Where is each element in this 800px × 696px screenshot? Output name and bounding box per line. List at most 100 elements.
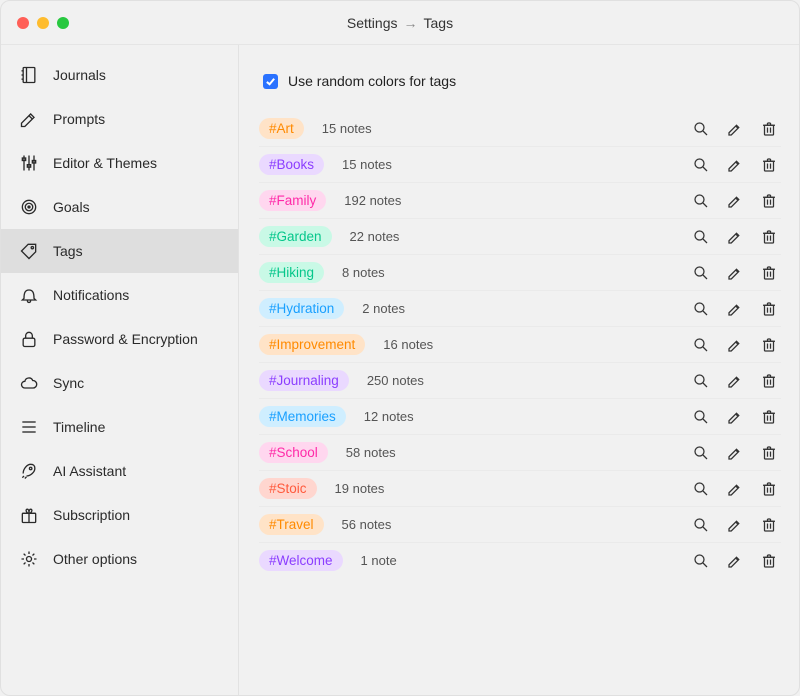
sidebar-item-other-options[interactable]: Other options xyxy=(1,537,238,581)
edit-icon[interactable] xyxy=(725,263,745,283)
trash-icon[interactable] xyxy=(759,155,779,175)
search-icon[interactable] xyxy=(691,443,711,463)
rocket-icon xyxy=(19,461,39,481)
edit-icon[interactable] xyxy=(725,155,745,175)
edit-icon[interactable] xyxy=(725,515,745,535)
search-icon[interactable] xyxy=(691,515,711,535)
edit-icon[interactable] xyxy=(725,479,745,499)
search-icon[interactable] xyxy=(691,407,711,427)
sidebar-item-label: Goals xyxy=(53,199,90,215)
trash-icon[interactable] xyxy=(759,407,779,427)
sidebar-item-goals[interactable]: Goals xyxy=(1,185,238,229)
pencil-icon xyxy=(19,109,39,129)
page-title: Settings → Tags xyxy=(347,15,453,31)
sidebar-item-notifications[interactable]: Notifications xyxy=(1,273,238,317)
tag-pill[interactable]: #Improvement xyxy=(259,334,365,355)
edit-icon[interactable] xyxy=(725,119,745,139)
search-icon[interactable] xyxy=(691,119,711,139)
tag-row: #School58 notes xyxy=(259,435,781,471)
tag-count: 15 notes xyxy=(322,121,372,136)
edit-icon[interactable] xyxy=(725,227,745,247)
gear-icon xyxy=(19,549,39,569)
tag-pill[interactable]: #Hydration xyxy=(259,298,344,319)
search-icon[interactable] xyxy=(691,299,711,319)
tag-actions xyxy=(691,371,779,391)
tag-pill[interactable]: #Journaling xyxy=(259,370,349,391)
search-icon[interactable] xyxy=(691,227,711,247)
window-body: Journals Prompts Editor & Themes Goals Tags N… xyxy=(1,45,799,695)
search-icon[interactable] xyxy=(691,155,711,175)
sidebar-item-tags[interactable]: Tags xyxy=(1,229,238,273)
trash-icon[interactable] xyxy=(759,299,779,319)
minimize-icon[interactable] xyxy=(37,17,49,29)
tag-actions xyxy=(691,407,779,427)
tag-pill[interactable]: #School xyxy=(259,442,328,463)
tag-actions xyxy=(691,263,779,283)
sidebar-item-label: Editor & Themes xyxy=(53,155,157,171)
edit-icon[interactable] xyxy=(725,443,745,463)
sidebar-item-label: Sync xyxy=(53,375,84,391)
zoom-icon[interactable] xyxy=(57,17,69,29)
checkbox-icon[interactable] xyxy=(263,74,278,89)
tag-pill[interactable]: #Art xyxy=(259,118,304,139)
tag-pill[interactable]: #Hiking xyxy=(259,262,324,283)
tag-pill[interactable]: #Stoic xyxy=(259,478,317,499)
trash-icon[interactable] xyxy=(759,263,779,283)
search-icon[interactable] xyxy=(691,191,711,211)
tag-actions xyxy=(691,155,779,175)
sidebar-item-journals[interactable]: Journals xyxy=(1,53,238,97)
sidebar-item-editor-themes[interactable]: Editor & Themes xyxy=(1,141,238,185)
sidebar-item-subscription[interactable]: Subscription xyxy=(1,493,238,537)
search-icon[interactable] xyxy=(691,479,711,499)
title-right: Tags xyxy=(424,15,454,31)
trash-icon[interactable] xyxy=(759,119,779,139)
sidebar-item-label: Journals xyxy=(53,67,106,83)
edit-icon[interactable] xyxy=(725,191,745,211)
bell-icon xyxy=(19,285,39,305)
trash-icon[interactable] xyxy=(759,227,779,247)
trash-icon[interactable] xyxy=(759,479,779,499)
edit-icon[interactable] xyxy=(725,335,745,355)
tag-pill[interactable]: #Garden xyxy=(259,226,332,247)
trash-icon[interactable] xyxy=(759,191,779,211)
timeline-icon xyxy=(19,417,39,437)
search-icon[interactable] xyxy=(691,371,711,391)
tag-pill[interactable]: #Books xyxy=(259,154,324,175)
trash-icon[interactable] xyxy=(759,551,779,571)
tag-row: #Stoic19 notes xyxy=(259,471,781,507)
sidebar-item-prompts[interactable]: Prompts xyxy=(1,97,238,141)
search-icon[interactable] xyxy=(691,263,711,283)
tag-row: #Improvement16 notes xyxy=(259,327,781,363)
edit-icon[interactable] xyxy=(725,371,745,391)
sidebar-item-sync[interactable]: Sync xyxy=(1,361,238,405)
trash-icon[interactable] xyxy=(759,515,779,535)
sliders-icon xyxy=(19,153,39,173)
tag-pill[interactable]: #Memories xyxy=(259,406,346,427)
tag-pill[interactable]: #Travel xyxy=(259,514,324,535)
tag-actions xyxy=(691,227,779,247)
tag-actions xyxy=(691,119,779,139)
edit-icon[interactable] xyxy=(725,299,745,319)
option-random-colors[interactable]: Use random colors for tags xyxy=(259,69,781,111)
sidebar-item-label: Notifications xyxy=(53,287,129,303)
trash-icon[interactable] xyxy=(759,443,779,463)
tag-pill[interactable]: #Welcome xyxy=(259,550,343,571)
tag-row: #Art 15 notes xyxy=(259,111,781,147)
sidebar-item-label: AI Assistant xyxy=(53,463,126,479)
trash-icon[interactable] xyxy=(759,371,779,391)
tag-count: 250 notes xyxy=(367,373,424,388)
gift-icon xyxy=(19,505,39,525)
edit-icon[interactable] xyxy=(725,407,745,427)
tag-row: #Garden22 notes xyxy=(259,219,781,255)
search-icon[interactable] xyxy=(691,335,711,355)
sidebar-item-ai-assistant[interactable]: AI Assistant xyxy=(1,449,238,493)
sidebar-item-timeline[interactable]: Timeline xyxy=(1,405,238,449)
close-icon[interactable] xyxy=(17,17,29,29)
tag-count: 2 notes xyxy=(362,301,405,316)
settings-window: Settings → Tags Journals Prompts Editor & … xyxy=(0,0,800,696)
search-icon[interactable] xyxy=(691,551,711,571)
edit-icon[interactable] xyxy=(725,551,745,571)
sidebar-item-password-encryption[interactable]: Password & Encryption xyxy=(1,317,238,361)
tag-pill[interactable]: #Family xyxy=(259,190,326,211)
trash-icon[interactable] xyxy=(759,335,779,355)
